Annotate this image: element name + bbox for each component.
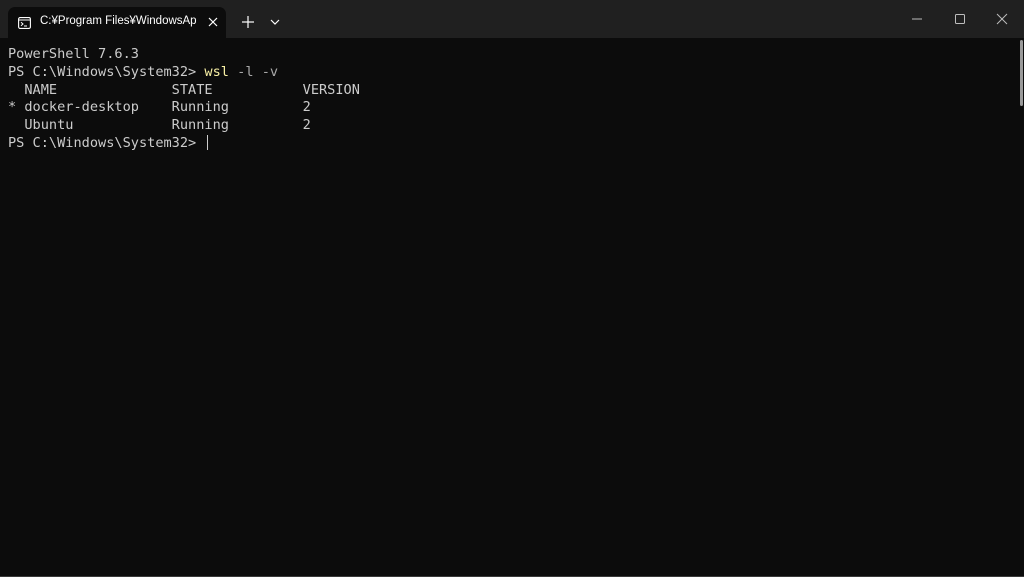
window-close-icon[interactable]	[979, 0, 1024, 38]
prompt: PS C:\Windows\System32>	[8, 63, 205, 80]
scrollbar-thumb[interactable]	[1020, 40, 1023, 106]
table-row: Ubuntu Running 2	[8, 117, 311, 134]
command-args: -l -v	[228, 63, 279, 80]
command-name: wsl	[204, 63, 229, 80]
current-prompt-line[interactable]: PS C:\Windows\System32>	[8, 134, 1019, 153]
scrollbar[interactable]	[1019, 38, 1024, 577]
powershell-banner: PowerShell 7.6.3	[8, 46, 139, 62]
minimize-icon[interactable]	[894, 0, 940, 38]
terminal-tab[interactable]: C:¥Program Files¥WindowsAp	[8, 7, 226, 38]
plus-icon[interactable]	[238, 12, 258, 32]
terminal-output[interactable]: PowerShell 7.6.3 PS C:\Windows\System32>…	[0, 38, 1019, 577]
text-cursor	[207, 134, 209, 150]
chevron-down-icon[interactable]	[267, 14, 283, 30]
terminal-window: C:¥Program Files¥WindowsAp PowerShell 7.…	[0, 0, 1024, 577]
command-line: PS C:\Windows\System32> wsl -l -v	[8, 64, 1019, 82]
table-header: NAME STATE VERSION	[8, 81, 360, 98]
title-bar[interactable]: C:¥Program Files¥WindowsAp	[0, 0, 1024, 38]
maximize-icon[interactable]	[937, 0, 983, 38]
close-icon[interactable]	[206, 15, 220, 29]
table-row: * docker-desktop Running 2	[8, 99, 311, 116]
prompt: PS C:\Windows\System32>	[8, 134, 205, 151]
terminal-icon	[18, 16, 31, 29]
tab-title: C:¥Program Files¥WindowsAp	[40, 15, 197, 27]
